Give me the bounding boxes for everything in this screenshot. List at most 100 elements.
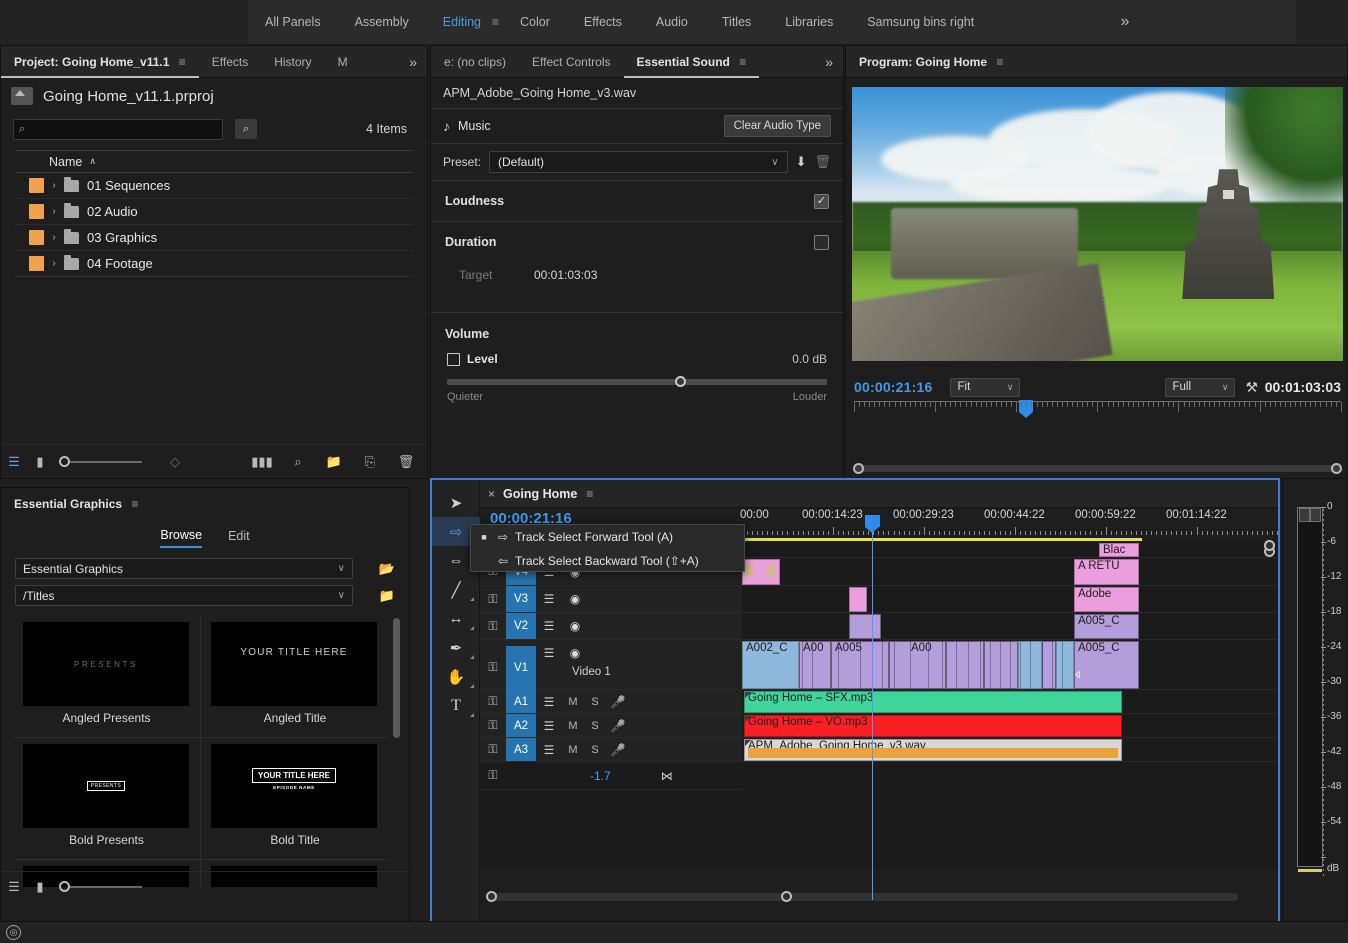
clip-v1-seg-4[interactable] xyxy=(1042,641,1056,689)
razor-tool[interactable]: ╱ xyxy=(432,575,480,604)
tab-project[interactable]: Project: Going Home_v11.1 ≡ xyxy=(1,46,199,78)
pen-tool[interactable]: ✒ xyxy=(432,633,480,662)
timeline-vertical-scrollbar[interactable] xyxy=(1264,540,1275,868)
zoom-level-select[interactable]: Fit ∨ xyxy=(950,377,1021,397)
level-checkbox[interactable] xyxy=(447,352,460,366)
track-header-a3[interactable]: ⚿ A3 ☰ M S 🎤 xyxy=(480,738,742,762)
timeline-row-a1[interactable]: Going Home – SFX.mp3 xyxy=(742,690,1278,714)
project-parent-bin-icon[interactable] xyxy=(11,87,33,105)
clip-a3-apm-wav[interactable]: APM_Adobe_Going Home_v3.wav xyxy=(744,739,1122,761)
volume-slider[interactable] xyxy=(447,376,827,387)
tab-essential-sound[interactable]: Essential Sound ≡ xyxy=(623,46,760,78)
essential-sound-tabs-overflow-icon[interactable]: » xyxy=(819,46,839,78)
track-header-master[interactable]: ⚿ -1.7 ⋈ xyxy=(480,762,742,790)
timeline-playhead[interactable] xyxy=(865,515,880,900)
tab-effect-controls[interactable]: Effect Controls xyxy=(519,46,623,78)
tool-flyout-indicator[interactable] xyxy=(470,655,474,659)
slip-tool[interactable]: ↔ xyxy=(432,604,480,633)
track-header-v1[interactable]: ⚿ V1 ☰ ◉ Video 1 xyxy=(480,640,742,690)
voice-over-record-icon[interactable]: 🎤 xyxy=(606,743,630,757)
clip-a2-vo[interactable]: Going Home – VO.mp3 xyxy=(744,715,1122,737)
lock-icon[interactable]: ⚿ xyxy=(480,742,506,757)
sort-icon[interactable]: ▮▮▮ xyxy=(249,454,275,470)
target-track-icon[interactable]: ☰ xyxy=(536,646,562,660)
lock-icon[interactable]: ⚿ xyxy=(480,718,506,733)
clip-v3-adobe[interactable]: Adobe xyxy=(1074,587,1139,612)
zoom-slider-track[interactable] xyxy=(70,885,142,888)
library-select[interactable]: Essential Graphics ∨ xyxy=(15,558,353,579)
track-header-a1[interactable]: ⚿ A1 ☰ M S 🎤 xyxy=(480,690,742,714)
bin-row-04-footage[interactable]: › 04 Footage xyxy=(15,251,413,277)
program-zoom-scrollbar[interactable] xyxy=(853,463,1342,474)
bin-row-01-sequences[interactable]: › 01 Sequences xyxy=(15,173,413,199)
bin-twirl-icon[interactable]: › xyxy=(44,232,64,243)
track-name-v2[interactable]: V2 xyxy=(506,613,536,639)
timeline-row-a2[interactable]: Going Home – VO.mp3 xyxy=(742,714,1278,738)
bin-twirl-icon[interactable]: › xyxy=(44,180,64,191)
tool-flyout-indicator[interactable] xyxy=(470,597,474,601)
track-header-v2[interactable]: ⚿ V2 ☰ ◉ xyxy=(480,613,742,640)
save-preset-icon[interactable]: ⬇ xyxy=(796,154,807,170)
close-icon[interactable]: × xyxy=(480,487,503,501)
bin-twirl-icon[interactable]: › xyxy=(44,258,64,269)
tab-effects[interactable]: Effects xyxy=(199,46,261,78)
target-track-icon[interactable]: ☰ xyxy=(536,619,562,633)
tab-media-browser[interactable]: M xyxy=(325,46,361,78)
solo-track-button[interactable]: S xyxy=(584,696,606,708)
master-level-value[interactable]: -1.7 xyxy=(590,769,611,783)
search-input[interactable] xyxy=(25,123,217,135)
mute-track-button[interactable]: M xyxy=(562,696,584,708)
track-header-v3[interactable]: ⚿ V3 ☰ ◉ xyxy=(480,586,742,613)
clip-v1-seg-1[interactable] xyxy=(946,641,984,689)
tab-history[interactable]: History xyxy=(261,46,324,78)
path-select[interactable]: /Titles ∨ xyxy=(15,585,353,606)
hand-tool[interactable]: ✋ xyxy=(432,662,480,691)
tab-essential-graphics[interactable]: Essential Graphics ≡ xyxy=(1,488,151,520)
template-grid-scrollbar[interactable] xyxy=(393,618,400,738)
clip-a1-sfx[interactable]: Going Home – SFX.mp3 xyxy=(744,691,1122,713)
delete-icon[interactable]: 🗑 xyxy=(393,454,419,470)
track-name-v1[interactable]: V1 xyxy=(506,646,536,690)
workspace-tab-all-panels[interactable]: All Panels xyxy=(248,0,338,44)
new-bin-icon[interactable]: 📁 xyxy=(321,454,347,470)
search-input-wrapper[interactable]: ⌕ xyxy=(13,118,223,140)
tool-flyout-indicator[interactable] xyxy=(470,626,474,630)
clip-v5-black[interactable]: Blac xyxy=(1099,543,1139,557)
list-view-icon[interactable]: ☰ xyxy=(1,879,27,895)
essential-graphics-menu-icon[interactable]: ≡ xyxy=(131,497,138,511)
track-name-a1[interactable]: A1 xyxy=(506,690,536,713)
tab-browse[interactable]: Browse xyxy=(160,528,203,548)
clip-v1-a002[interactable]: A002_C xyxy=(742,641,799,689)
timeline-clip-area[interactable]: Blac A RETU Adobe A005_C A002_C A00 A005… xyxy=(742,542,1278,868)
selection-tool[interactable]: ➤ xyxy=(432,488,480,517)
find-icon[interactable]: ⌕ xyxy=(285,454,311,470)
work-area-bar[interactable] xyxy=(742,538,1142,541)
scrollbar-bottom-handle-2[interactable] xyxy=(1264,540,1275,551)
clip-v2-a[interactable] xyxy=(849,614,881,639)
solo-track-button[interactable]: S xyxy=(584,720,606,732)
tool-flyout-indicator[interactable] xyxy=(470,713,474,717)
clear-audio-type-button[interactable]: Clear Audio Type xyxy=(723,115,831,137)
project-column-header[interactable]: Name ∧ xyxy=(15,151,413,173)
type-tool[interactable]: T xyxy=(432,691,480,720)
tab-project-menu-icon[interactable]: ≡ xyxy=(179,55,186,69)
tab-essential-sound-menu-icon[interactable]: ≡ xyxy=(739,55,746,69)
lock-icon[interactable]: ⚿ xyxy=(480,660,506,675)
thumbnail-view-icon[interactable]: ▮ xyxy=(27,879,53,895)
track-name-a3[interactable]: A3 xyxy=(506,738,536,761)
scrollbar-left-handle[interactable] xyxy=(486,891,497,902)
timeline-row-v5[interactable]: Blac xyxy=(742,542,1278,558)
tab-source-no-clips[interactable]: e: (no clips) xyxy=(431,46,519,78)
program-time-ruler[interactable] xyxy=(854,400,1342,418)
voice-over-record-icon[interactable]: 🎤 xyxy=(606,695,630,709)
settings-wrench-icon[interactable]: ⚒ xyxy=(1245,379,1258,396)
cc-logo-icon[interactable]: ◎ xyxy=(6,925,21,940)
zoom-slider-track[interactable] xyxy=(70,460,142,463)
workspace-tab-titles[interactable]: Titles xyxy=(705,0,768,44)
clip-v4-a-return[interactable]: A RETU xyxy=(1074,559,1139,585)
workspace-tab-menu-icon[interactable]: ≡ xyxy=(488,0,503,44)
timeline-time-ruler[interactable]: 00:00 00:00:14:23 00:00:29:23 00:00:44:2… xyxy=(740,508,1289,540)
toggle-track-output-icon[interactable]: ◉ xyxy=(562,619,588,633)
transition-icon[interactable]: ⋈ xyxy=(1075,668,1081,681)
install-template-icon[interactable]: 📂 xyxy=(375,559,399,579)
